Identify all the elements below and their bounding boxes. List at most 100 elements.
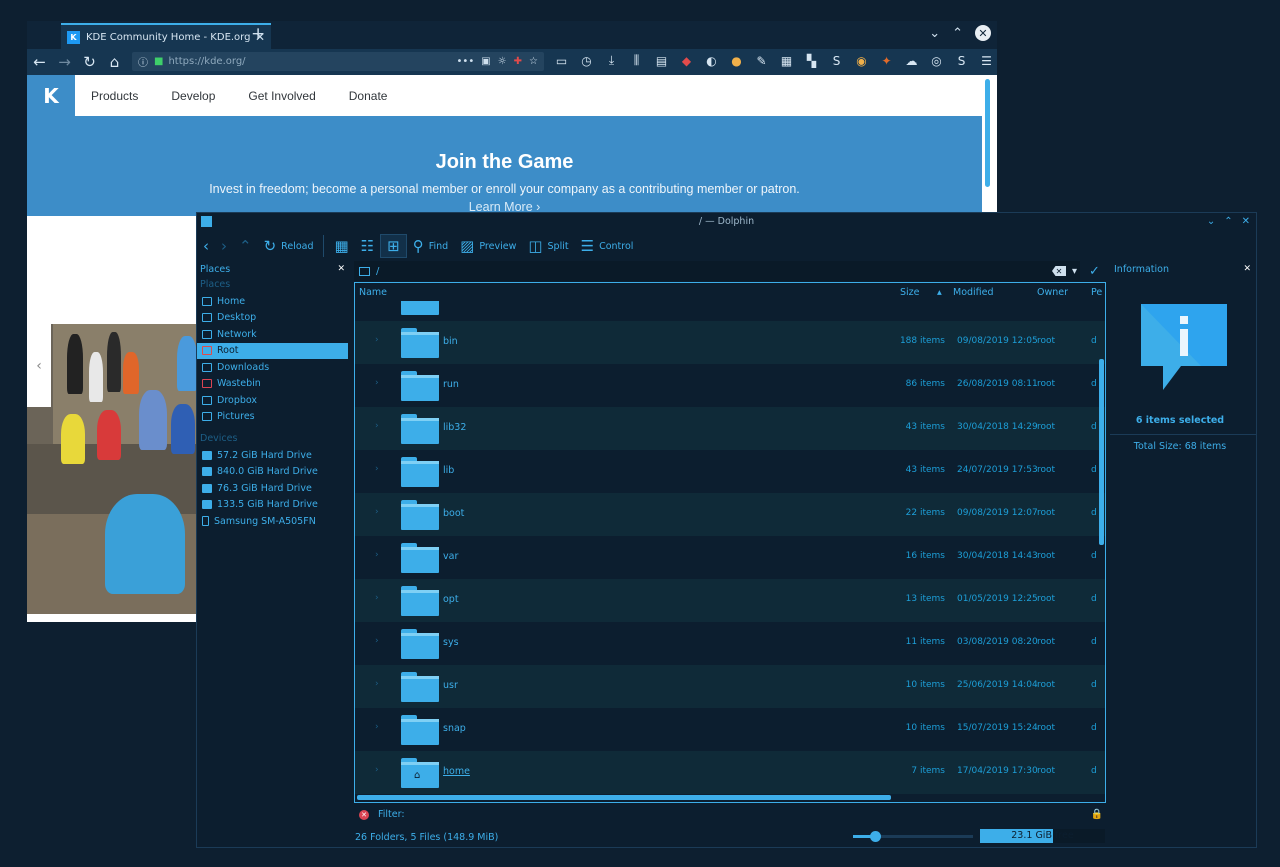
- close-panel-icon[interactable]: ✕: [337, 264, 345, 274]
- page-actions-icon[interactable]: •••: [457, 56, 475, 67]
- column-name[interactable]: Name: [359, 287, 387, 298]
- maximize-icon[interactable]: ⌃: [1224, 213, 1232, 231]
- forward-button[interactable]: ›: [215, 234, 233, 258]
- clear-filter-icon[interactable]: ✕: [359, 809, 369, 820]
- place-network[interactable]: Network: [197, 326, 349, 343]
- table-row[interactable]: › lib 43 items 24/07/2019 17:53 root d: [355, 450, 1105, 493]
- browser-tab[interactable]: K KDE Community Home - KDE.org ✕: [61, 23, 271, 49]
- uk-flag-icon[interactable]: ✚: [514, 56, 522, 67]
- maximize-icon[interactable]: ⌃: [952, 26, 963, 41]
- lock-icon[interactable]: 🔒: [1091, 809, 1103, 820]
- minimize-icon[interactable]: ⌄: [1207, 213, 1215, 231]
- zoom-slider-handle[interactable]: [869, 831, 881, 842]
- place-downloads[interactable]: Downloads: [197, 359, 349, 376]
- table-row[interactable]: › snap 10 items 15/07/2019 15:24 root d: [355, 708, 1105, 751]
- table-row[interactable]: › sys 11 items 03/08/2019 08:20 root d: [355, 622, 1105, 665]
- menu-icon[interactable]: ☰: [979, 53, 994, 68]
- extension-5-icon[interactable]: ▚: [804, 53, 819, 68]
- expand-icon[interactable]: ›: [375, 421, 379, 431]
- clear-location-icon[interactable]: ✕: [1052, 266, 1066, 276]
- new-tab-icon[interactable]: +: [251, 24, 265, 44]
- confirm-location-icon[interactable]: ✓: [1089, 264, 1100, 279]
- place-home[interactable]: Home: [197, 293, 349, 310]
- expand-icon[interactable]: ›: [375, 765, 379, 775]
- place-pictures[interactable]: Pictures: [197, 409, 349, 426]
- close-icon[interactable]: ✕: [1242, 213, 1250, 231]
- url-bar[interactable]: ⓘ ■ https://kde.org/ ••• ▣ ☼ ✚ ☆: [132, 52, 544, 71]
- cloud-icon[interactable]: ☁: [904, 53, 919, 68]
- forward-icon[interactable]: →: [52, 53, 77, 71]
- kde-logo-icon[interactable]: K: [27, 75, 75, 116]
- details-view-button[interactable]: ⊞: [380, 234, 407, 258]
- place-dropbox[interactable]: Dropbox: [197, 392, 349, 409]
- table-row[interactable]: › var 16 items 30/04/2018 14:43 root d: [355, 536, 1105, 579]
- file-name[interactable]: bin: [443, 336, 458, 347]
- place-desktop[interactable]: Desktop: [197, 310, 349, 327]
- horizontal-scrollbar[interactable]: [357, 795, 891, 800]
- sidebar-icon[interactable]: ▤: [654, 53, 669, 68]
- vertical-scrollbar[interactable]: [1099, 359, 1104, 545]
- file-name[interactable]: snap: [443, 723, 466, 734]
- ublock-icon[interactable]: ◆: [679, 53, 694, 68]
- expand-icon[interactable]: ›: [375, 636, 379, 646]
- table-row[interactable]: › opt 13 items 01/05/2019 12:25 root d: [355, 579, 1105, 622]
- column-permissions[interactable]: Pe: [1091, 287, 1102, 298]
- cookie-icon[interactable]: ●: [729, 53, 744, 68]
- file-name[interactable]: lib32: [443, 422, 466, 433]
- file-name[interactable]: sys: [443, 637, 459, 648]
- table-row[interactable]: › run 86 items 26/08/2019 08:11 root d: [355, 364, 1105, 407]
- nav-link-get-involved[interactable]: Get Involved: [248, 89, 315, 103]
- location-dropdown-icon[interactable]: ▾: [1072, 266, 1077, 277]
- device-drive-1[interactable]: 57.2 GiB Hard Drive: [197, 447, 349, 464]
- account-icon[interactable]: ◎: [929, 53, 944, 68]
- file-name[interactable]: usr: [443, 680, 458, 691]
- extension-6-icon[interactable]: ◉: [854, 53, 869, 68]
- nav-link-donate[interactable]: Donate: [349, 89, 388, 103]
- dolphin-app-icon[interactable]: [201, 216, 212, 227]
- preview-button[interactable]: ▨ Preview: [454, 234, 522, 258]
- back-icon[interactable]: ←: [27, 53, 52, 71]
- extension-7-icon[interactable]: ✦: [879, 53, 894, 68]
- expand-icon[interactable]: ›: [375, 335, 379, 345]
- device-drive-2[interactable]: 840.0 GiB Hard Drive: [197, 464, 349, 481]
- file-name[interactable]: home: [443, 766, 470, 777]
- file-name[interactable]: run: [443, 379, 459, 390]
- table-row[interactable]: › boot 22 items 09/08/2019 12:07 root d: [355, 493, 1105, 536]
- zoom-slider[interactable]: [853, 831, 973, 842]
- table-row[interactable]: › bin 188 items 09/08/2019 12:05 root d: [355, 321, 1105, 364]
- close-panel-icon[interactable]: ✕: [1243, 264, 1251, 274]
- path-text[interactable]: /: [376, 266, 379, 277]
- table-row[interactable]: › ⌂ home 7 items 17/04/2019 17:30 root d: [355, 751, 1105, 794]
- back-button[interactable]: ‹: [197, 234, 215, 258]
- extension-2-icon[interactable]: ◐: [704, 53, 719, 68]
- split-button[interactable]: ◫ Split: [522, 234, 574, 258]
- carousel-prev-icon[interactable]: ‹: [27, 324, 51, 407]
- history-clock-icon[interactable]: ◷: [579, 53, 594, 68]
- extension-1-icon[interactable]: ▭: [554, 53, 569, 68]
- table-row[interactable]: › usr 10 items 25/06/2019 14:04 root d: [355, 665, 1105, 708]
- close-window-icon[interactable]: ✕: [975, 25, 991, 41]
- file-name[interactable]: opt: [443, 594, 459, 605]
- expand-icon[interactable]: ›: [375, 679, 379, 689]
- nav-link-products[interactable]: Products: [91, 89, 138, 103]
- find-button[interactable]: ⚲ Find: [407, 234, 454, 258]
- icons-view-button[interactable]: ▦: [328, 234, 354, 258]
- home-icon[interactable]: ⌂: [102, 53, 127, 71]
- page-scrollbar[interactable]: [985, 79, 990, 187]
- bookmark-star-icon[interactable]: ☆: [529, 56, 538, 67]
- info-icon[interactable]: ⓘ: [138, 54, 148, 69]
- table-row-partial[interactable]: [355, 301, 1105, 321]
- table-row[interactable]: › lib32 43 items 30/04/2018 14:29 root d: [355, 407, 1105, 450]
- expand-icon[interactable]: ›: [375, 464, 379, 474]
- place-wastebin[interactable]: Wastebin: [197, 376, 349, 393]
- expand-icon[interactable]: ›: [375, 507, 379, 517]
- column-size[interactable]: Size: [900, 287, 920, 298]
- reload-button[interactable]: ↻ Reload: [258, 234, 320, 258]
- column-owner[interactable]: Owner: [1037, 287, 1068, 298]
- up-button[interactable]: ⌃: [233, 234, 258, 258]
- extension-8-icon[interactable]: S: [954, 53, 969, 68]
- control-button[interactable]: ☰ Control: [575, 234, 640, 258]
- url-text[interactable]: https://kde.org/: [168, 56, 456, 67]
- free-space-indicator[interactable]: 23.1 GiB free: [980, 829, 1105, 843]
- file-name[interactable]: boot: [443, 508, 464, 519]
